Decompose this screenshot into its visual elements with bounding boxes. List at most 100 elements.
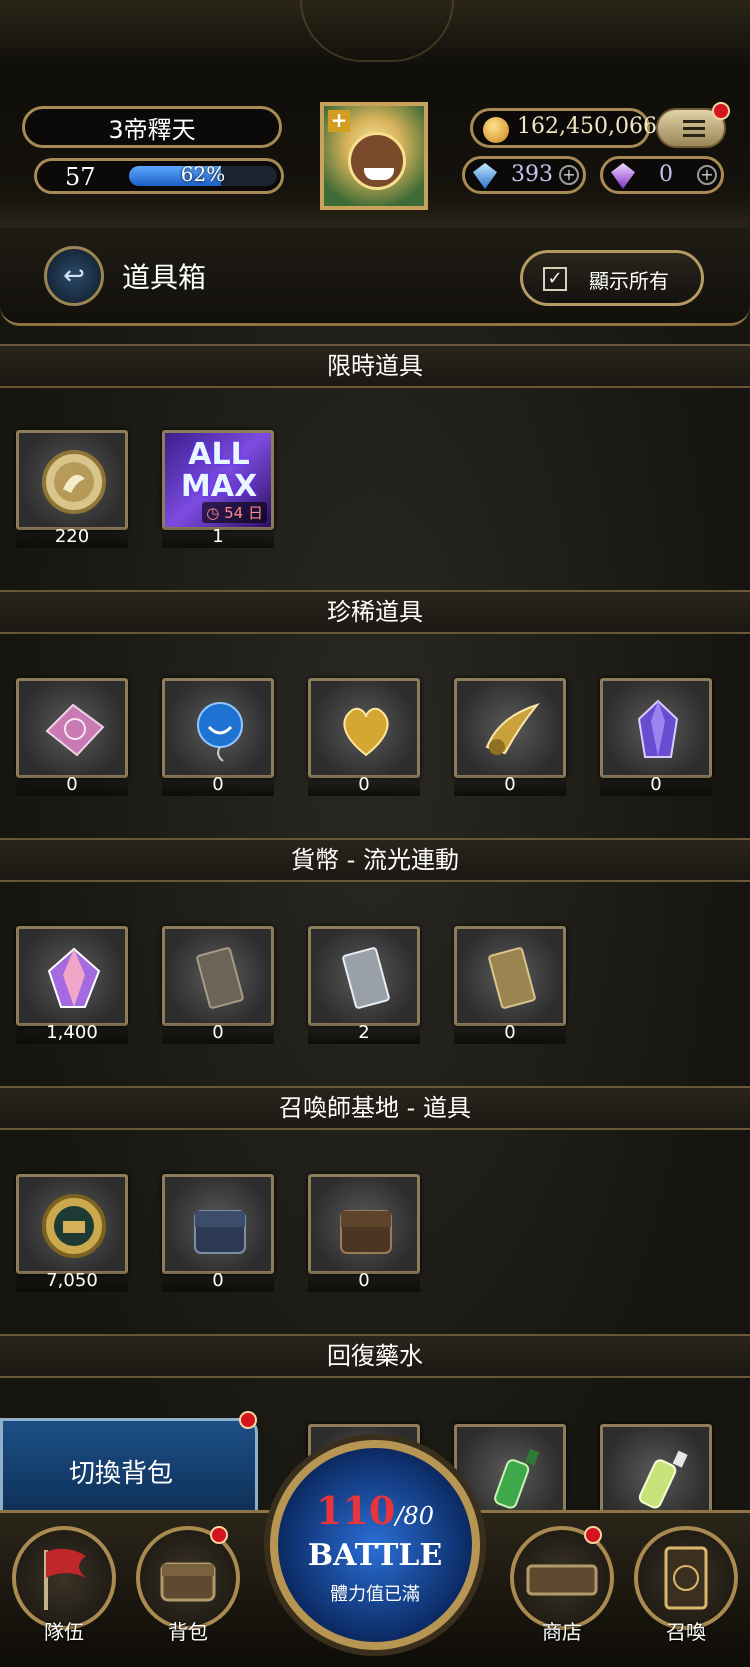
section-header-base: 召喚師基地 - 道具 xyxy=(0,1086,750,1130)
item-slot[interactable]: ALL MAX ◷ 54 日 1 xyxy=(162,430,276,548)
menu-icon-line xyxy=(683,134,705,137)
item-slot[interactable]: 0 xyxy=(162,678,276,796)
item-count: 0 xyxy=(308,1270,420,1292)
item-slot[interactable]: 0 xyxy=(16,678,130,796)
base-coin-icon xyxy=(42,1194,106,1258)
item-count: 1,400 xyxy=(16,1022,128,1044)
page-title: 道具箱 xyxy=(122,261,207,294)
item-count: 7,050 xyxy=(16,1270,128,1292)
item-count: 0 xyxy=(162,1022,274,1044)
purple-gem-display: 0 + xyxy=(600,156,724,194)
item-count: 0 xyxy=(16,774,128,796)
item-slot[interactable]: 220 xyxy=(16,430,130,548)
item-count: 0 xyxy=(600,774,712,796)
item-count: 0 xyxy=(162,1270,274,1292)
add-purple-gem-button[interactable]: + xyxy=(697,165,717,185)
stamina-current: 110 xyxy=(316,1488,396,1533)
bronze-card-icon xyxy=(196,947,244,1009)
gold-card-icon xyxy=(488,947,536,1009)
blue-gem-display: 393 + xyxy=(462,156,586,194)
item-tile xyxy=(162,1174,274,1274)
item-slot[interactable]: 0 xyxy=(162,1174,276,1292)
item-slot[interactable]: 0 xyxy=(454,926,568,1044)
item-tile xyxy=(16,430,128,530)
notification-dot xyxy=(584,1526,602,1544)
stamina-counter: 110/80 xyxy=(278,1488,472,1533)
title-bar: ↩ 道具箱 ✓ 顯示所有 xyxy=(0,228,750,326)
top-header: 3帝釋天 57 62% + 162,450,066 393 + 0 + xyxy=(0,0,750,240)
gold-display: 162,450,066 xyxy=(470,108,657,148)
item-slot[interactable]: 0 xyxy=(308,678,422,796)
summon-card-icon xyxy=(664,1546,708,1610)
show-all-label: 顯示所有 xyxy=(589,269,669,293)
player-avatar[interactable]: + xyxy=(320,102,428,210)
shop-label: 商店 xyxy=(542,1620,582,1644)
item-tile xyxy=(454,926,566,1026)
battle-button[interactable]: 110/80 BATTLE 體力值已滿 xyxy=(270,1440,480,1650)
summon-button[interactable] xyxy=(634,1526,738,1630)
item-slot[interactable]: 0 xyxy=(600,678,714,796)
add-blue-gem-button[interactable]: + xyxy=(559,165,579,185)
team-button[interactable] xyxy=(12,1526,116,1630)
item-slot[interactable]: 0 xyxy=(308,1174,422,1292)
item-tile xyxy=(308,926,420,1026)
player-level: 57 xyxy=(65,163,96,191)
purple-gem-icon xyxy=(611,163,635,189)
item-tile xyxy=(16,926,128,1026)
item-slot[interactable]: 0 xyxy=(162,926,276,1044)
gold-medal-icon xyxy=(42,450,106,514)
item-slot[interactable]: 7,050 xyxy=(16,1174,130,1292)
item-tile xyxy=(162,678,274,778)
battle-label: BATTLE xyxy=(307,1538,443,1573)
notification-dot xyxy=(712,102,730,120)
item-count: 1 xyxy=(162,526,274,548)
item-tile: ALL MAX ◷ 54 日 xyxy=(162,430,274,530)
blue-gem-amount: 393 xyxy=(511,162,553,187)
switch-bag-label: 切換背包 xyxy=(69,1459,174,1489)
backpack-button[interactable] xyxy=(136,1526,240,1630)
expiry-timer: ◷ 54 日 xyxy=(202,502,267,523)
blue-balloon-icon xyxy=(197,702,243,762)
notification-dot xyxy=(210,1526,228,1544)
shop-button[interactable] xyxy=(510,1526,614,1630)
item-count: 0 xyxy=(454,1022,566,1044)
item-tile xyxy=(454,678,566,778)
section-header-limited: 限時道具 xyxy=(0,344,750,388)
menu-icon-line xyxy=(683,127,705,130)
pink-scroll-icon xyxy=(45,703,105,757)
menu-icon xyxy=(683,120,705,123)
notification-dot xyxy=(239,1411,257,1429)
item-slot[interactable]: 0 xyxy=(454,678,568,796)
avatar-face xyxy=(348,132,406,190)
item-slot[interactable]: 1,400 xyxy=(16,926,130,1044)
checkbox-icon: ✓ xyxy=(543,267,567,291)
section-header-potion: 回復藥水 xyxy=(0,1334,750,1378)
switch-bag-button[interactable]: 切換背包 xyxy=(0,1411,258,1522)
item-tile xyxy=(16,678,128,778)
item-slot[interactable]: 2 xyxy=(308,926,422,1044)
section-header-rare: 珍稀道具 xyxy=(0,590,750,634)
gold-coin-icon xyxy=(483,117,509,143)
menu-button[interactable] xyxy=(656,102,730,148)
player-name: 3帝釋天 xyxy=(22,106,282,148)
chest-icon xyxy=(160,1562,216,1602)
blue-satchel-icon xyxy=(194,1210,246,1254)
back-button[interactable]: ↩ xyxy=(44,246,104,306)
item-tile xyxy=(162,926,274,1026)
item-tile xyxy=(308,678,420,778)
item-tile xyxy=(600,1424,712,1524)
backpack-label: 背包 xyxy=(168,1620,208,1644)
section-header-currency: 貨幣 - 流光連動 xyxy=(0,838,750,882)
show-all-toggle[interactable]: ✓ 顯示所有 xyxy=(520,250,704,306)
item-count: 2 xyxy=(308,1022,420,1044)
purple-gem-amount: 0 xyxy=(659,162,673,187)
golden-horn-icon xyxy=(485,703,540,755)
item-count: 0 xyxy=(308,774,420,796)
rainbow-gem-icon xyxy=(47,947,101,1008)
brown-satchel-icon xyxy=(340,1210,392,1254)
back-arrow-icon: ↩ xyxy=(63,261,85,291)
golden-heart-icon xyxy=(343,707,389,757)
plus-icon: + xyxy=(328,110,350,132)
level-exp-box: 57 62% xyxy=(34,158,284,194)
item-tile xyxy=(16,1174,128,1274)
